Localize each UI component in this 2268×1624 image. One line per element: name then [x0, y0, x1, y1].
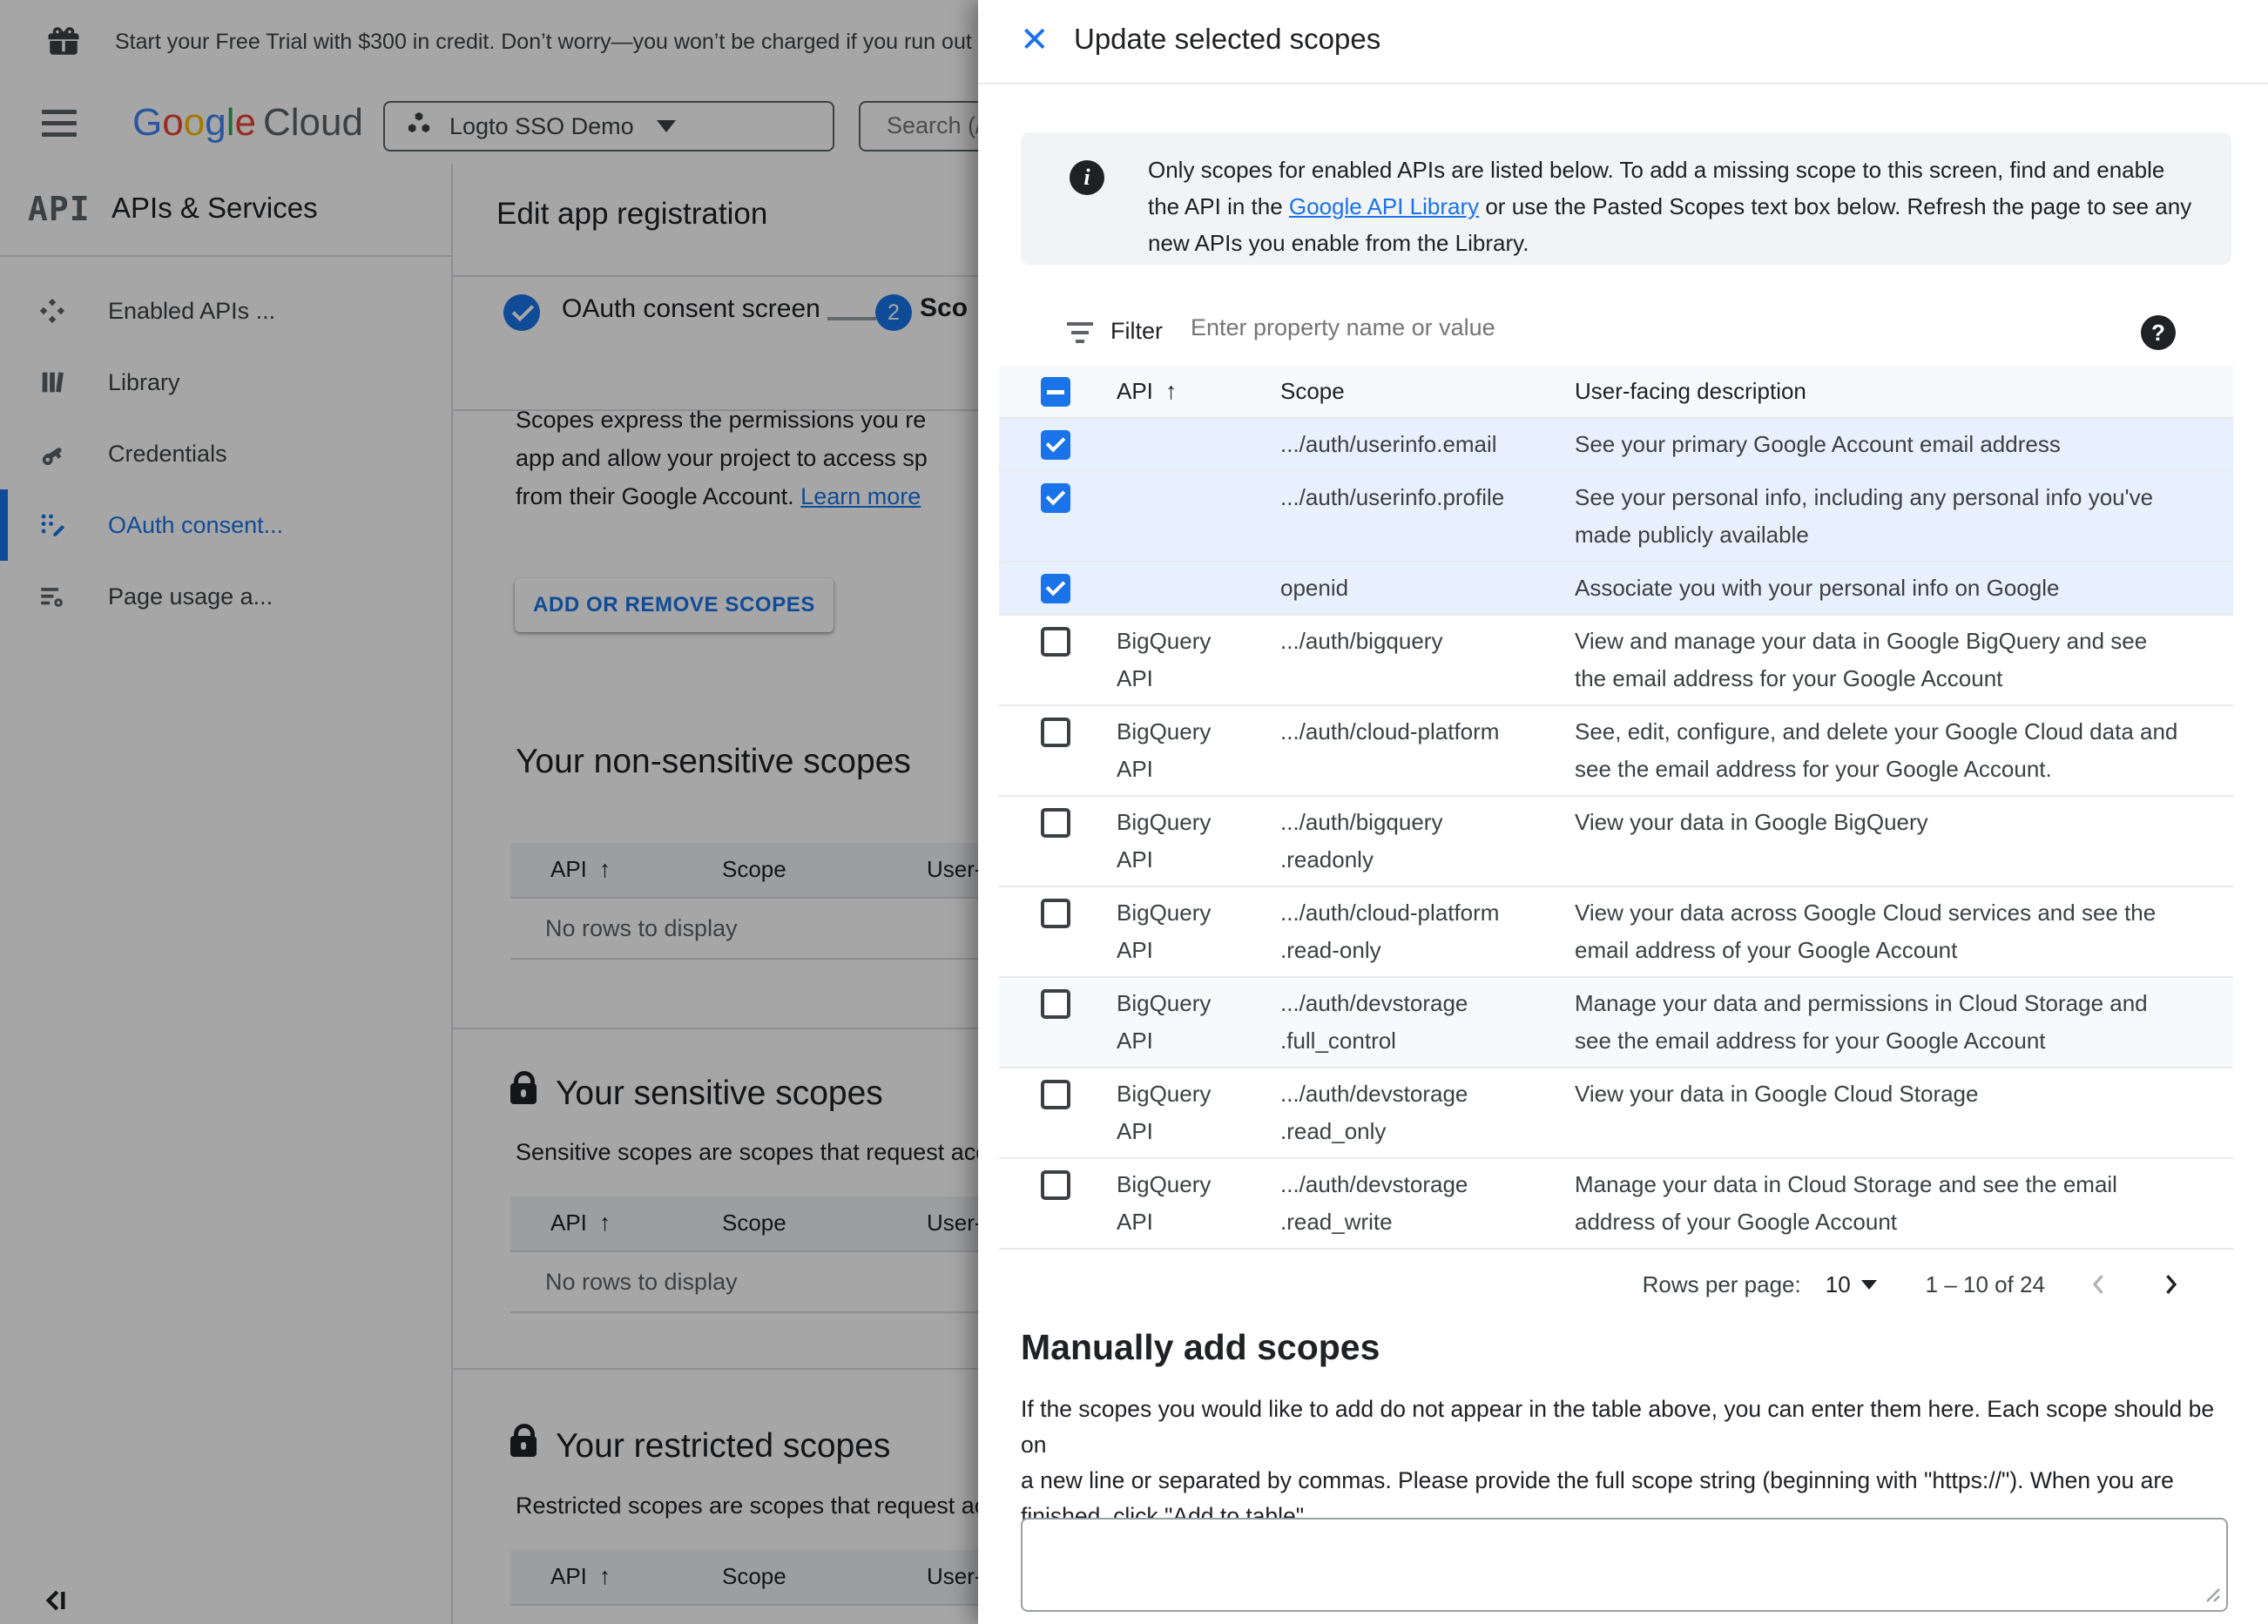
scope-row[interactable]: BigQuery API .../auth/cloud-platform See, … [999, 706, 2233, 797]
scopes-table: API ↑ Scope User-facing description .../a… [999, 366, 2233, 1319]
col-description: User-facing description [1575, 378, 1806, 404]
scope-description: Manage your data and permissions in Clou… [1575, 990, 2148, 1054]
scope-checkbox[interactable] [1041, 989, 1070, 1019]
scope-description: See, edit, configure, and delete your Go… [1575, 718, 2178, 782]
scope-scope: .../auth/bigquery .readonly [1280, 809, 1443, 873]
scope-scope: .../auth/devstorage .read_write [1280, 1171, 1468, 1235]
scope-description: View your data in Google BigQuery [1575, 809, 1928, 835]
scope-scope: .../auth/userinfo.profile [1280, 484, 1505, 510]
info-icon: i [1070, 160, 1104, 195]
manually-add-scopes-text: If the scopes you would like to add do n… [1021, 1396, 2215, 1529]
scope-checkbox[interactable] [1041, 483, 1070, 513]
scope-description: See your personal info, including any pe… [1575, 484, 2154, 548]
select-all-checkbox[interactable] [1041, 377, 1070, 407]
scope-checkbox[interactable] [1041, 430, 1070, 460]
table-header-row: API ↑ Scope User-facing description [999, 366, 2233, 419]
col-api[interactable]: API ↑ [1117, 366, 1280, 417]
scope-row[interactable]: BigQuery API .../auth/devstorage .read_on… [999, 1068, 2233, 1159]
scope-scope: .../auth/bigquery [1280, 628, 1443, 654]
manually-add-scopes-title: Manually add scopes [1021, 1327, 1380, 1367]
scope-checkbox[interactable] [1041, 574, 1070, 603]
update-scopes-drawer: ✕ Update selected scopes i Only scopes f… [978, 0, 2268, 1624]
scope-description: View your data across Google Cloud servi… [1575, 900, 2157, 963]
scope-description: See your primary Google Account email ad… [1575, 431, 2061, 457]
scope-api [1117, 563, 1280, 614]
scope-checkbox[interactable] [1041, 627, 1070, 657]
scope-row[interactable]: BigQuery API .../auth/devstorage .read_wr… [999, 1159, 2233, 1250]
close-icon[interactable]: ✕ [1020, 19, 1050, 61]
rows-per-page-label: Rows per page: [1642, 1270, 1801, 1297]
scope-description: View and manage your data in Google BigQ… [1575, 628, 2148, 691]
scope-row[interactable]: .../auth/userinfo.profile See your person… [999, 472, 2233, 563]
rows-per-page-select[interactable]: 10 [1826, 1271, 1877, 1298]
pagination: Rows per page: 10 1 – 10 of 24 [999, 1250, 2233, 1319]
manual-scopes-textarea[interactable] [1021, 1518, 2228, 1612]
drawer-header: ✕ Update selected scopes [978, 0, 2268, 84]
drawer-title: Update selected scopes [1074, 23, 1381, 55]
sort-asc-icon: ↑ [1164, 378, 1178, 404]
col-scope: Scope [1280, 378, 1345, 404]
scope-checkbox[interactable] [1041, 1080, 1070, 1109]
scope-checkbox[interactable] [1041, 718, 1070, 747]
scope-row[interactable]: openid Associate you with your personal i… [999, 563, 2233, 616]
info-text: Only scopes for enabled APIs are listed … [1148, 157, 2192, 256]
next-page-icon[interactable] [2153, 1267, 2188, 1302]
scope-scope: .../auth/userinfo.email [1280, 431, 1497, 457]
scope-row[interactable]: BigQuery API .../auth/devstorage .full_co… [999, 978, 2233, 1068]
scope-api [1117, 419, 1280, 470]
scope-api: BigQuery API [1117, 1171, 1212, 1235]
info-banner: i Only scopes for enabled APIs are liste… [1021, 132, 2231, 265]
scope-api: BigQuery API [1117, 809, 1212, 873]
scope-scope: .../auth/cloud-platform .read-only [1280, 900, 1500, 963]
scope-row[interactable]: .../auth/userinfo.email See your primary … [999, 419, 2233, 472]
filter-icon [1067, 322, 1093, 345]
scope-description: Manage your data in Cloud Storage and se… [1575, 1171, 2117, 1235]
scope-scope: .../auth/devstorage .read_only [1280, 1081, 1468, 1144]
scope-checkbox[interactable] [1041, 808, 1070, 838]
previous-page-icon[interactable] [2082, 1267, 2116, 1302]
scope-description: View your data in Google Cloud Storage [1575, 1081, 1979, 1107]
google-api-library-link[interactable]: Google API Library [1289, 193, 1479, 219]
pagination-range: 1 – 10 of 24 [1925, 1270, 2045, 1297]
scope-row[interactable]: BigQuery API .../auth/bigquery .readonly V… [999, 797, 2233, 887]
scope-description: Associate you with your personal info on… [1575, 575, 2060, 601]
chevron-down-icon [1860, 1279, 1877, 1290]
scope-api [1117, 472, 1280, 561]
scope-api: BigQuery API [1117, 1081, 1212, 1144]
scope-scope: .../auth/devstorage .full_control [1280, 990, 1468, 1054]
scope-scope: .../auth/cloud-platform [1280, 718, 1500, 745]
help-icon[interactable]: ? [2141, 315, 2176, 350]
scope-scope: openid [1280, 575, 1349, 601]
scope-api: BigQuery API [1117, 900, 1212, 963]
filter-bar: Filter ? [999, 303, 2233, 367]
scope-row[interactable]: BigQuery API .../auth/cloud-platform .rea… [999, 887, 2233, 978]
scope-checkbox[interactable] [1041, 899, 1070, 928]
scope-api: BigQuery API [1117, 990, 1212, 1054]
scope-checkbox[interactable] [1041, 1170, 1070, 1200]
filter-label: Filter [1110, 318, 1163, 344]
scope-api: BigQuery API [1117, 718, 1212, 782]
filter-input[interactable] [1189, 313, 1976, 342]
scope-api: BigQuery API [1117, 628, 1212, 691]
scope-row[interactable]: BigQuery API .../auth/bigquery View and ma… [999, 616, 2233, 706]
